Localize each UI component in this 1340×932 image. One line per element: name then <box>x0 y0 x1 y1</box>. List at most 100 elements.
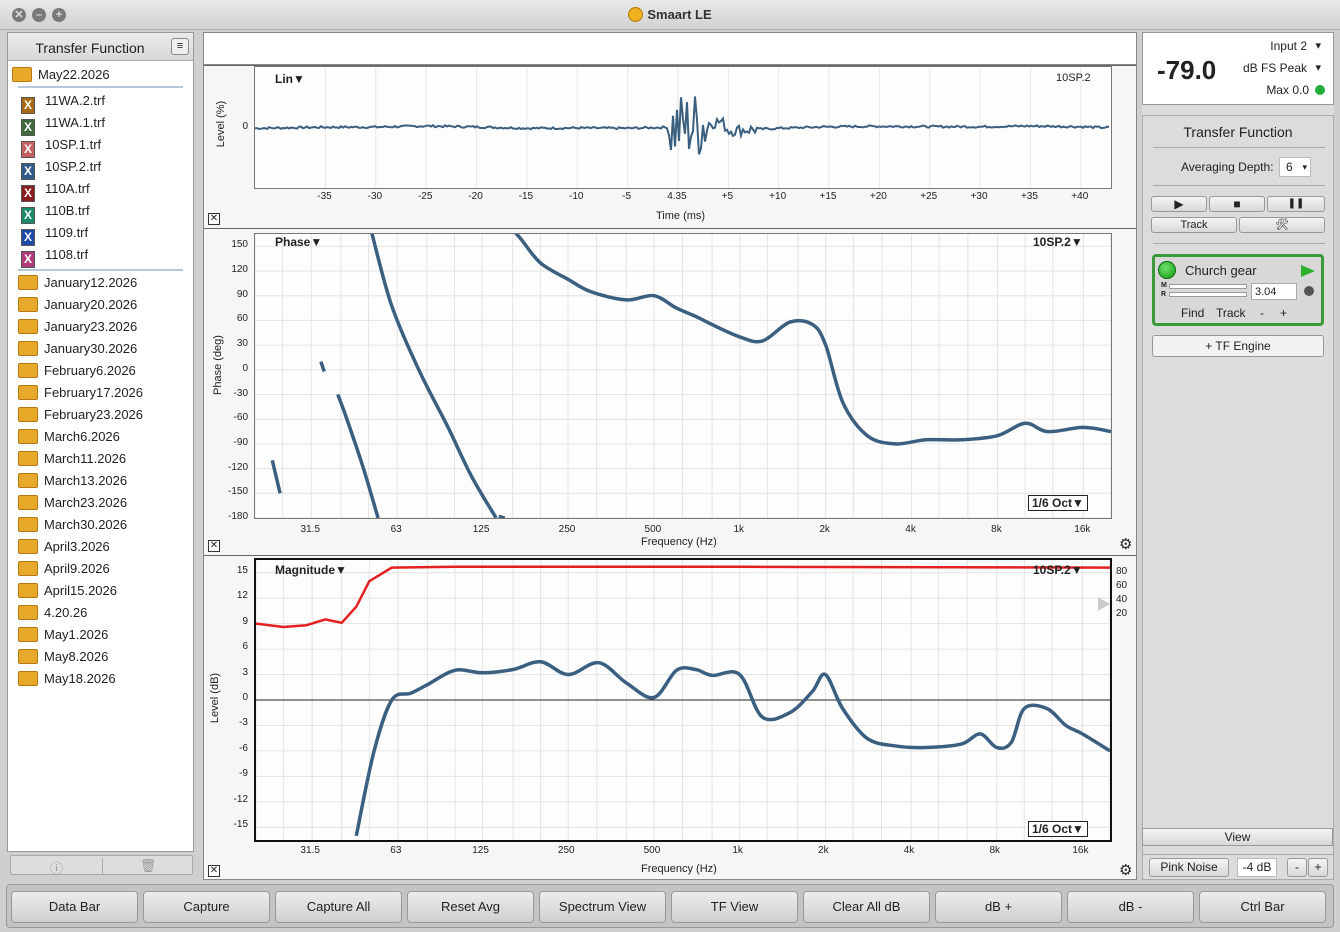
pink-noise-button[interactable]: Pink Noise <box>1149 858 1229 877</box>
folder-item[interactable]: April15.2026 <box>18 581 117 601</box>
magnitude-trace-dropdown[interactable]: 10SP.2▼ <box>1033 563 1083 577</box>
file-label: 1108.trf <box>45 247 89 262</box>
folder-item[interactable]: April9.2026 <box>18 559 110 579</box>
clear-all-db-button[interactable]: Clear All dB <box>803 891 930 923</box>
folder-icon <box>18 429 38 444</box>
file-item[interactable]: X 10SP.2.trf <box>18 157 101 180</box>
folder-item[interactable]: January12.2026 <box>18 273 137 293</box>
folder-item[interactable]: March6.2026 <box>18 427 120 447</box>
folder-item[interactable]: January20.2026 <box>18 295 137 315</box>
db-button[interactable]: dB + <box>935 891 1062 923</box>
delay-lock-icon[interactable] <box>1304 286 1314 296</box>
input-select[interactable]: Input 2 <box>1270 39 1307 53</box>
trash-icon[interactable]: 🗑 <box>102 858 193 874</box>
gear-icon[interactable]: ⚙ <box>1119 861 1132 879</box>
meter-mode-select[interactable]: dB FS Peak <box>1243 61 1307 75</box>
folder-item[interactable]: January30.2026 <box>18 339 137 359</box>
phase-x-axis-label: Frequency (Hz) <box>641 536 717 548</box>
averaging-select[interactable]: 6 ▾ <box>1279 157 1311 177</box>
stop-button[interactable]: ■ <box>1209 196 1265 212</box>
plot-canvas <box>255 67 1110 188</box>
x-tick-label: +40 <box>1071 191 1089 202</box>
engine-name[interactable]: Church gear <box>1185 263 1257 278</box>
impulse-mode-dropdown[interactable]: Lin▼ <box>275 72 305 86</box>
file-item[interactable]: X 11WA.1.trf <box>18 113 105 136</box>
folder-item[interactable]: May18.2026 <box>18 669 116 689</box>
magnitude-smoothing-dropdown[interactable]: 1/6 Oct▼ <box>1028 821 1088 837</box>
folder-item[interactable]: May8.2026 <box>18 647 108 667</box>
delay-field[interactable]: 3.04 <box>1251 283 1297 300</box>
capture-button[interactable]: Capture <box>143 891 270 923</box>
folder-item[interactable]: January23.2026 <box>18 317 137 337</box>
panel-menu-icon[interactable]: ≡ <box>171 38 189 55</box>
close-pane-icon[interactable]: ✕ <box>208 865 220 877</box>
folder-item[interactable]: February17.2026 <box>18 383 143 403</box>
file-item[interactable]: X 110A.trf <box>18 179 90 202</box>
folder-icon <box>18 451 38 466</box>
level-minus-button[interactable]: - <box>1287 858 1307 877</box>
tf-view-button[interactable]: TF View <box>671 891 798 923</box>
folder-item[interactable]: March11.2026 <box>18 449 126 469</box>
folder-item[interactable]: March13.2026 <box>18 471 127 491</box>
impulse-plot[interactable] <box>254 66 1112 189</box>
view-button[interactable]: View <box>1142 828 1333 846</box>
chevron-down-icon[interactable]: ▾ <box>1315 61 1321 74</box>
phase-plot[interactable] <box>254 233 1112 519</box>
folder-item[interactable]: February23.2026 <box>18 405 143 425</box>
folder-item[interactable]: April3.2026 <box>18 537 110 557</box>
file-item[interactable]: X 110B.trf <box>18 201 90 224</box>
ctrl-bar-button[interactable]: Ctrl Bar <box>1199 891 1326 923</box>
folder-item[interactable]: 4.20.26 <box>18 603 87 623</box>
gear-icon[interactable]: ⚙ <box>1119 535 1132 553</box>
folder-item[interactable]: March30.2026 <box>18 515 127 535</box>
folder-item[interactable]: February6.2026 <box>18 361 136 381</box>
generator-level-field[interactable]: -4 dB <box>1237 858 1277 877</box>
file-item[interactable]: X 10SP.1.trf <box>18 135 101 158</box>
spectrum-view-button[interactable]: Spectrum View <box>539 891 666 923</box>
close-pane-icon[interactable]: ✕ <box>208 540 220 552</box>
y-tick-label: -30 <box>233 387 248 399</box>
x-tick-label: 8k <box>991 524 1002 535</box>
engine-run-icon[interactable] <box>1301 265 1315 277</box>
capture-all-button[interactable]: Capture All <box>275 891 402 923</box>
reset-avg-button[interactable]: Reset Avg <box>407 891 534 923</box>
find-delay-button[interactable]: Find <box>1181 306 1204 320</box>
level-plus-button[interactable]: + <box>1308 858 1328 877</box>
trf-file-icon: X <box>21 207 35 224</box>
file-item[interactable]: X 11WA.2.trf <box>18 91 105 114</box>
folder-label: May1.2026 <box>44 627 109 642</box>
file-item[interactable]: X 1109.trf <box>18 223 88 246</box>
x-tick-label: +25 <box>920 191 938 202</box>
phase-trace-dropdown[interactable]: 10SP.2▼ <box>1033 235 1083 249</box>
tf-engine-card[interactable]: Church gear M R 3.04 Find Track - + <box>1152 254 1324 326</box>
x-tick-label: +15 <box>819 191 837 202</box>
close-pane-icon[interactable]: ✕ <box>208 213 220 225</box>
data-bar-button[interactable]: Data Bar <box>11 891 138 923</box>
delay-plus-button[interactable]: + <box>1280 306 1287 320</box>
folder-icon <box>18 319 38 334</box>
tools-icon[interactable]: 🛠 <box>1239 217 1325 233</box>
phase-mode-dropdown[interactable]: Phase▼ <box>275 235 322 249</box>
phase-smoothing-dropdown[interactable]: 1/6 Oct▼ <box>1028 495 1088 511</box>
magnitude-plot[interactable] <box>254 558 1112 842</box>
add-tf-engine-button[interactable]: + TF Engine <box>1152 335 1324 357</box>
folder-item[interactable]: March23.2026 <box>18 493 127 513</box>
track-button[interactable]: Track <box>1151 217 1237 233</box>
pause-button[interactable]: ❚❚ <box>1267 196 1325 212</box>
engine-status-led-icon[interactable] <box>1158 261 1176 279</box>
folder-item[interactable]: May1.2026 <box>18 625 108 645</box>
track-delay-button[interactable]: Track <box>1216 306 1246 320</box>
file-item[interactable]: X 1108.trf <box>18 245 89 268</box>
x-tick-label: 4k <box>905 524 916 535</box>
coherence-marker-icon[interactable] <box>1098 597 1110 611</box>
x-tick-label: 1k <box>733 524 745 535</box>
info-icon[interactable]: ⓘ <box>11 858 102 877</box>
magnitude-mode-dropdown[interactable]: Magnitude▼ <box>275 563 347 577</box>
db-button[interactable]: dB - <box>1067 891 1194 923</box>
current-folder[interactable]: May22.2026 <box>12 65 110 85</box>
chevron-down-icon[interactable]: ▾ <box>1315 39 1321 52</box>
play-button[interactable]: ▶ <box>1151 196 1207 212</box>
delay-minus-button[interactable]: - <box>1260 306 1264 320</box>
y-tick-label: 15 <box>236 564 248 576</box>
averaging-label: Averaging Depth: <box>1181 160 1274 174</box>
